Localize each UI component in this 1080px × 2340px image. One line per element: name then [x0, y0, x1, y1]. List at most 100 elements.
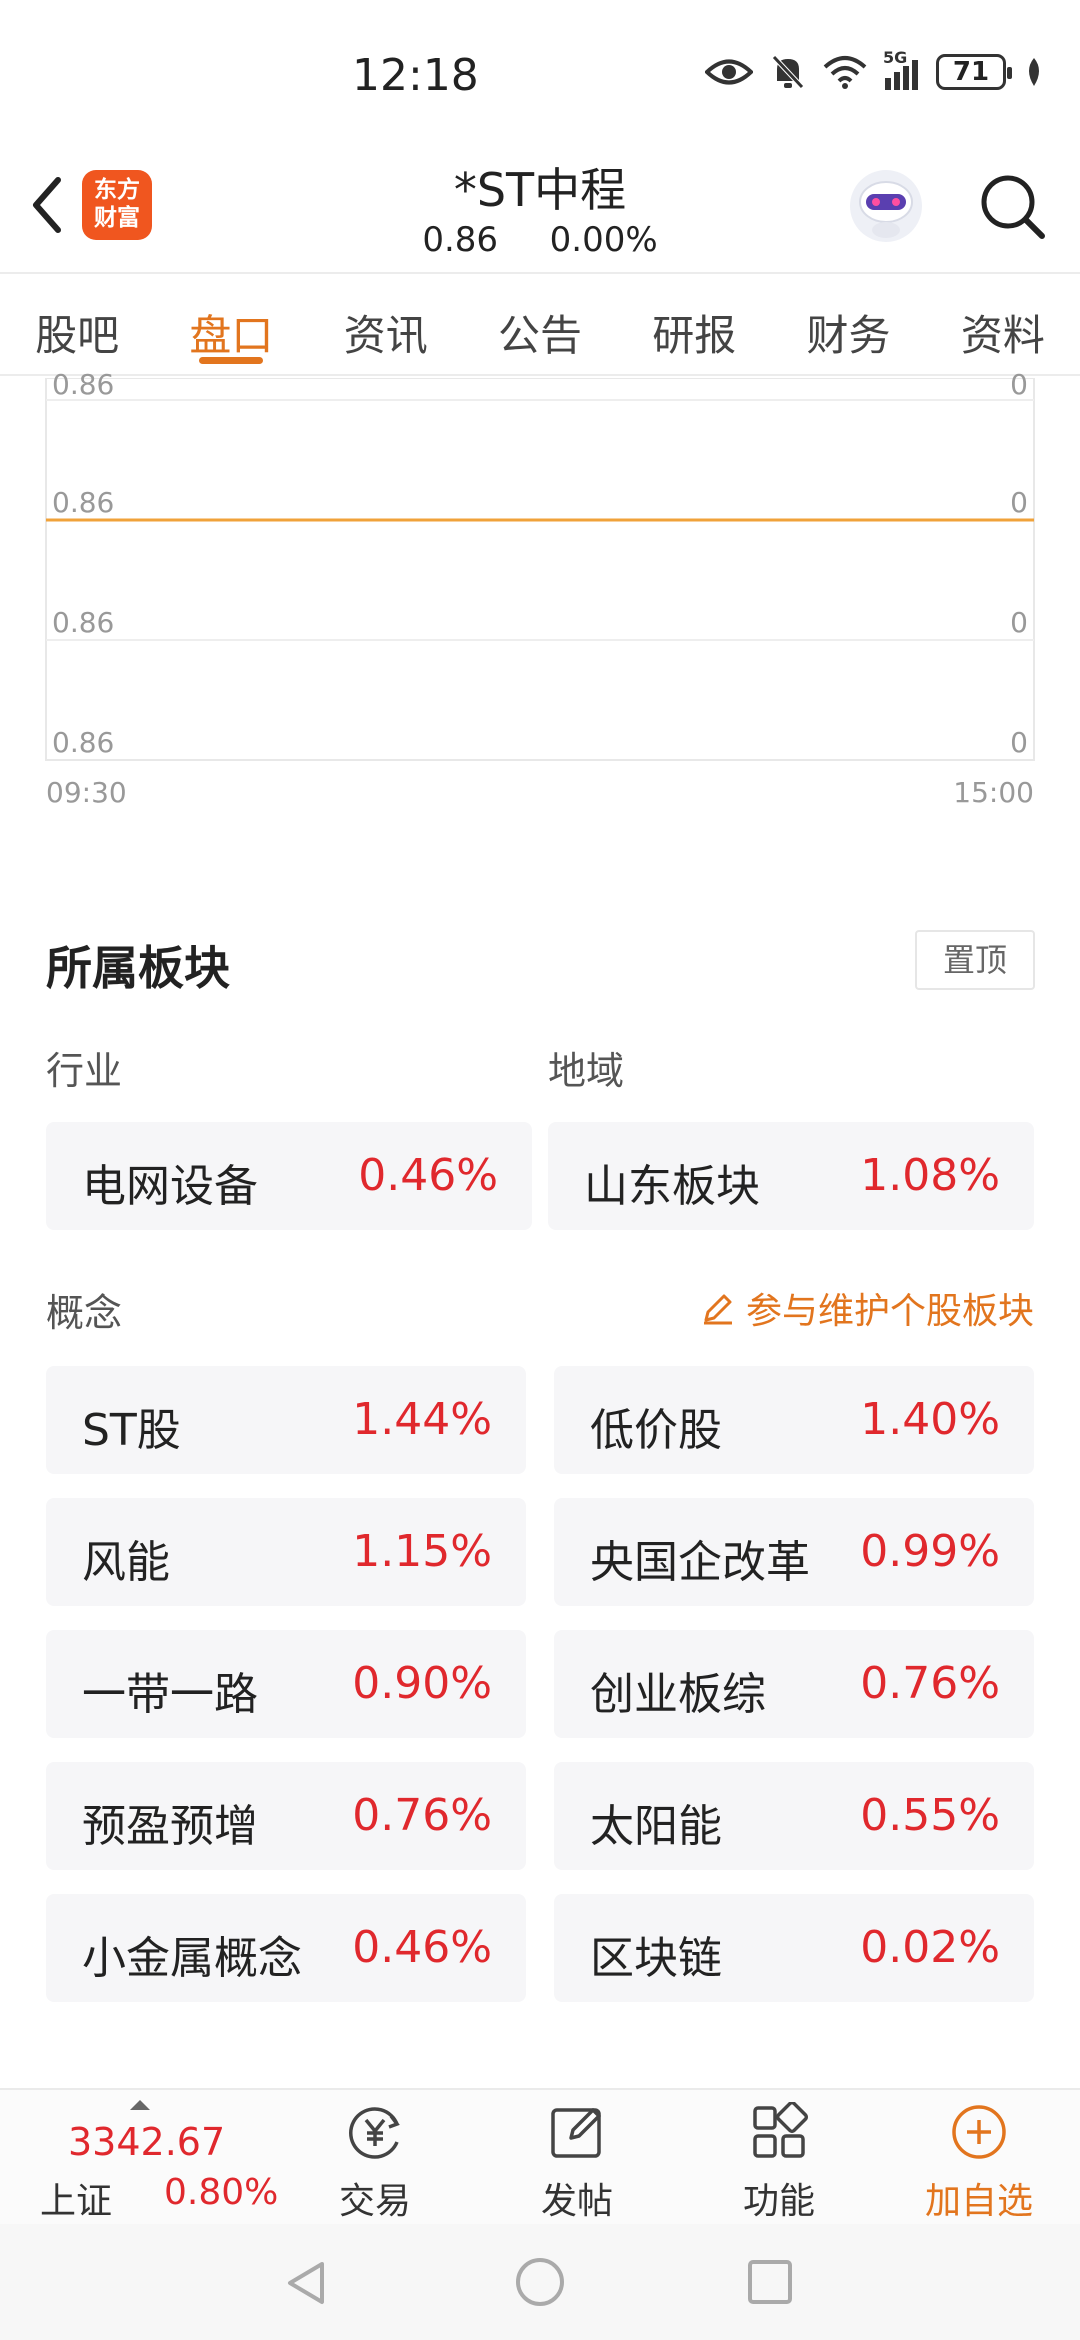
intraday-chart[interactable]: 0.86 0.86 0.86 0.86 0 0 0 0 09:30 15:00: [0, 368, 1080, 818]
region-card[interactable]: 山东板块 1.08%: [548, 1122, 1034, 1230]
sector-change: 1.15%: [352, 1526, 492, 1577]
status-icons: 5G 71: [705, 48, 1044, 90]
sector-change: 0.46%: [352, 1922, 492, 1973]
stock-header: 东方 财富 *ST中程 0.86 0.00%: [0, 150, 1080, 272]
sector-change: 0.76%: [352, 1790, 492, 1841]
sector-name: ST股: [82, 1405, 181, 1456]
sector-name: 区块链: [590, 1933, 722, 1984]
concept-card[interactable]: 预盈预增 0.76%: [46, 1762, 526, 1870]
pin-top-button[interactable]: 置顶: [915, 930, 1035, 990]
sector-name: 央国企改革: [590, 1537, 810, 1588]
eye-icon: [705, 59, 753, 85]
concept-card[interactable]: 风能 1.15%: [46, 1498, 526, 1606]
network-type: 5G: [883, 48, 908, 67]
tab-profile[interactable]: 资料: [926, 274, 1080, 374]
trade-yuan-icon: [349, 2107, 400, 2159]
right-tick-label: 0: [1010, 486, 1028, 519]
nav-back-icon[interactable]: [284, 2258, 330, 2308]
right-tick-label: 0: [1010, 368, 1028, 401]
sector-name: 预盈预增: [82, 1801, 258, 1852]
tab-announcements[interactable]: 公告: [463, 274, 617, 374]
chart-plot: [45, 378, 1035, 761]
functions-button[interactable]: 功能: [684, 2090, 874, 2226]
sector-change: 1.40%: [860, 1394, 1000, 1445]
tab-bar: 股吧 盘口 资讯 公告 研报 财务 资料: [0, 272, 1080, 376]
tab-research[interactable]: 研报: [617, 274, 771, 374]
sector-name: 山东板块: [584, 1161, 760, 1212]
industry-card[interactable]: 电网设备 0.46%: [46, 1122, 532, 1230]
industry-label: 行业: [46, 1049, 123, 1093]
concept-card[interactable]: 央国企改革 0.99%: [554, 1498, 1034, 1606]
functions-label: 功能: [742, 2181, 815, 2222]
sector-name: 低价股: [590, 1405, 722, 1456]
index-value: 3342.67: [68, 2120, 226, 2164]
right-tick-label: 0: [1010, 726, 1028, 759]
leaf-icon: [1029, 58, 1039, 86]
index-ticker[interactable]: 3342.67 上证 0.80%: [0, 2090, 278, 2226]
left-tick-label: 0.86: [52, 726, 115, 759]
grid-apps-icon: [753, 2102, 809, 2158]
index-change: 0.80%: [164, 2172, 279, 2213]
tab-finance[interactable]: 财务: [771, 274, 925, 374]
left-tick-label: 0.86: [52, 486, 115, 519]
sector-change: 0.02%: [860, 1922, 1000, 1973]
region-label: 地域: [548, 1049, 625, 1093]
trade-button[interactable]: 交易: [280, 2090, 470, 2226]
concept-card[interactable]: 低价股 1.40%: [554, 1366, 1034, 1474]
nav-recents-icon[interactable]: [746, 2258, 794, 2306]
tab-pankou[interactable]: 盘口: [154, 274, 308, 374]
wifi-icon: [823, 56, 867, 89]
tab-guba[interactable]: 股吧: [0, 274, 154, 374]
robot-assistant-icon[interactable]: [848, 168, 924, 244]
tab-news[interactable]: 资讯: [309, 274, 463, 374]
sector-name: 风能: [82, 1537, 170, 1588]
chart-frame: [45, 378, 1035, 761]
system-navigation-bar: [0, 2224, 1080, 2340]
sector-change: 0.46%: [358, 1150, 498, 1201]
add-watchlist-button[interactable]: 加自选: [884, 2090, 1074, 2226]
left-tick-label: 0.86: [52, 606, 115, 639]
maintain-link-text: 参与维护个股板块: [745, 1291, 1034, 1332]
trade-label: 交易: [338, 2181, 411, 2222]
edit-pencil-icon: [703, 1294, 732, 1325]
sector-change: 0.99%: [860, 1526, 1000, 1577]
sector-name: 一带一路: [82, 1669, 258, 1720]
index-name: 上证: [40, 2181, 113, 2222]
x-end-label: 15:00: [953, 776, 1034, 809]
caret-up-icon: [130, 2100, 150, 2110]
x-start-label: 09:30: [46, 776, 127, 809]
sector-name: 电网设备: [82, 1161, 258, 1212]
post-label: 发帖: [540, 2181, 613, 2222]
concept-card[interactable]: 一带一路 0.90%: [46, 1630, 526, 1738]
edit-post-icon: [551, 2108, 601, 2158]
post-button[interactable]: 发帖: [482, 2090, 672, 2226]
sector-name: 小金属概念: [82, 1933, 302, 1984]
sector-name: 创业板综: [590, 1669, 766, 1720]
battery-icon: 71: [936, 54, 1012, 90]
sector-change: 1.44%: [352, 1394, 492, 1445]
search-icon[interactable]: [976, 170, 1048, 242]
sectors-title: 所属板块: [46, 941, 230, 995]
stock-change-pct: 0.00%: [549, 220, 658, 260]
maintain-sectors-link[interactable]: 参与维护个股板块: [700, 1282, 1034, 1334]
mute-bell-icon: [772, 55, 804, 89]
sector-change: 0.90%: [352, 1658, 492, 1709]
bottom-toolbar: 3342.67 上证 0.80% 交易 发帖 功能 加自选: [0, 2088, 1080, 2224]
left-tick-label: 0.86: [52, 368, 115, 401]
sector-change: 0.76%: [860, 1658, 1000, 1709]
concept-card[interactable]: ST股 1.44%: [46, 1366, 526, 1474]
sector-name: 太阳能: [590, 1801, 722, 1852]
concept-card[interactable]: 太阳能 0.55%: [554, 1762, 1034, 1870]
sector-change: 0.55%: [860, 1790, 1000, 1841]
concept-label: 概念: [46, 1291, 123, 1335]
stock-price: 0.86: [422, 220, 499, 260]
concept-card[interactable]: 区块链 0.02%: [554, 1894, 1034, 2002]
status-time: 12:18: [352, 50, 479, 101]
concept-card[interactable]: 创业板综 0.76%: [554, 1630, 1034, 1738]
add-watchlist-label: 加自选: [924, 2181, 1033, 2222]
status-bar: 12:18 5G 71: [0, 0, 1080, 150]
plus-circle-icon: [952, 2105, 1006, 2159]
concept-card[interactable]: 小金属概念 0.46%: [46, 1894, 526, 2002]
right-tick-label: 0: [1010, 606, 1028, 639]
nav-home-icon[interactable]: [514, 2256, 566, 2308]
